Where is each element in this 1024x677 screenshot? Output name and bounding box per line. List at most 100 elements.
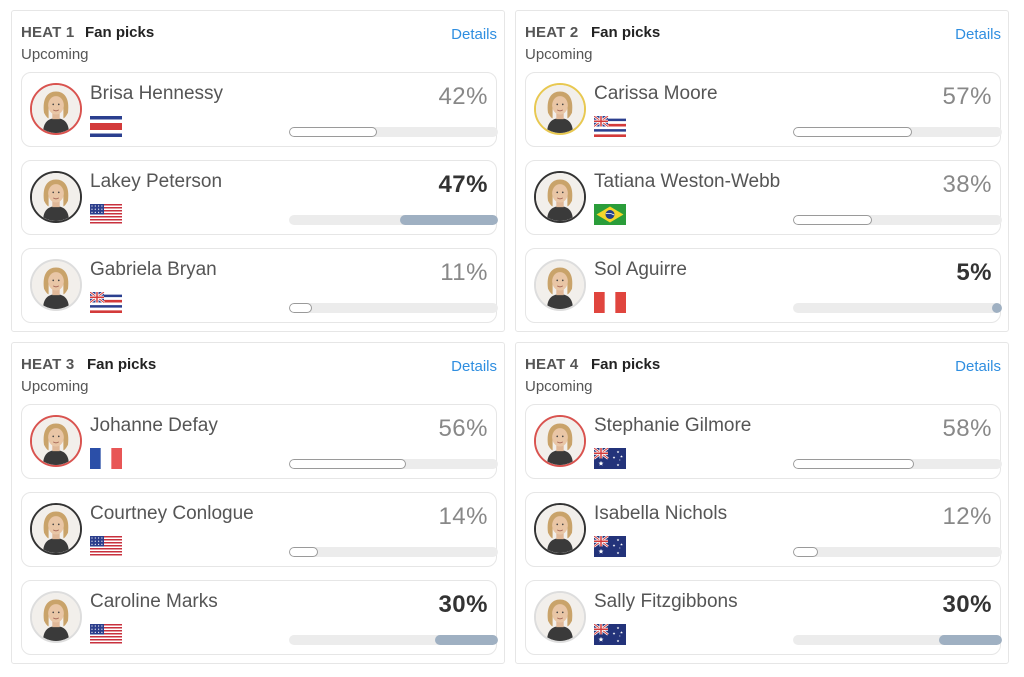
pick-progress-fill (435, 635, 498, 645)
avatar (534, 415, 586, 467)
pick-progress-fill (793, 459, 914, 469)
surfer-name: Carissa Moore (594, 83, 718, 104)
surfer-row[interactable]: Brisa Hennessy 42% (21, 72, 498, 147)
details-link[interactable]: Details (955, 26, 1001, 43)
avatar (30, 171, 82, 223)
heat-card-3: HEAT 3 Fan picks Upcoming Details Johann… (11, 342, 505, 664)
pick-progress-bar (793, 215, 1002, 225)
pick-percentage: 5% (956, 259, 992, 286)
pick-percentage: 58% (942, 415, 992, 442)
heat-subtitle: Fan picks (591, 24, 661, 41)
pick-progress-fill (992, 303, 1002, 313)
surfer-name: Johanne Defay (90, 415, 218, 436)
surfer-row[interactable]: Isabella Nichols 12% (525, 492, 1002, 567)
australia-flag-icon (594, 624, 626, 645)
pick-percentage: 30% (438, 591, 488, 618)
heat-header: HEAT 1 Fan picks Upcoming Details (21, 24, 497, 64)
pick-progress-bar (289, 215, 498, 225)
pick-progress-fill (793, 127, 912, 137)
surfer-name: Brisa Hennessy (90, 83, 224, 104)
pick-progress-bar (793, 635, 1002, 645)
australia-flag-icon (594, 448, 626, 469)
pick-progress-bar (793, 547, 1002, 557)
surfer-name: Courtney Conlogue (90, 503, 254, 524)
details-link[interactable]: Details (451, 358, 497, 375)
avatar (534, 503, 586, 555)
surfer-name: Sol Aguirre (594, 259, 687, 280)
pick-percentage: 57% (942, 83, 992, 110)
surfer-row[interactable]: Tatiana Weston-Webb 38% (525, 160, 1002, 235)
surfer-name: Gabriela Bryan (90, 259, 217, 280)
details-link[interactable]: Details (955, 358, 1001, 375)
pick-progress-bar (289, 127, 498, 137)
avatar (30, 83, 82, 135)
usa-flag-icon (90, 624, 122, 645)
usa-flag-icon (90, 536, 122, 557)
heat-status: Upcoming (525, 378, 593, 395)
details-link[interactable]: Details (451, 26, 497, 43)
heat-card-4: HEAT 4 Fan picks Upcoming Details Stepha… (515, 342, 1009, 664)
pick-percentage: 38% (942, 171, 992, 198)
peru-flag-icon (594, 292, 626, 313)
avatar (534, 591, 586, 643)
costa-rica-flag-icon (90, 116, 122, 137)
surfer-row[interactable]: Caroline Marks 30% (21, 580, 498, 655)
heat-label: HEAT 1 (21, 24, 75, 41)
pick-progress-bar (793, 459, 1002, 469)
pick-progress-fill (939, 635, 1002, 645)
surfer-name: Tatiana Weston-Webb (594, 171, 781, 192)
heat-card-2: HEAT 2 Fan picks Upcoming Details Cariss… (515, 10, 1009, 332)
heat-label: HEAT 2 (525, 24, 579, 41)
surfer-row[interactable]: Stephanie Gilmore 58% (525, 404, 1002, 479)
heat-header: HEAT 4 Fan picks Upcoming Details (525, 356, 1001, 396)
hawaii-flag-icon (594, 116, 626, 137)
pick-progress-fill (289, 459, 406, 469)
heat-subtitle: Fan picks (87, 356, 157, 373)
surfer-row[interactable]: Carissa Moore 57% (525, 72, 1002, 147)
heat-label: HEAT 3 (21, 356, 75, 373)
usa-flag-icon (90, 204, 122, 225)
pick-percentage: 56% (438, 415, 488, 442)
surfer-name: Caroline Marks (90, 591, 218, 612)
pick-progress-bar (793, 303, 1002, 313)
pick-progress-bar (289, 547, 498, 557)
surfer-name: Lakey Peterson (90, 171, 223, 192)
brazil-flag-icon (594, 204, 626, 225)
avatar (30, 259, 82, 311)
avatar (30, 503, 82, 555)
heat-subtitle: Fan picks (85, 24, 155, 41)
avatar (534, 259, 586, 311)
avatar (534, 171, 586, 223)
avatar (30, 415, 82, 467)
heat-status: Upcoming (525, 46, 593, 63)
surfer-name: Sally Fitzgibbons (594, 591, 738, 612)
pick-progress-fill (289, 303, 312, 313)
pick-progress-bar (289, 459, 498, 469)
pick-progress-fill (793, 215, 872, 225)
pick-progress-fill (289, 127, 377, 137)
surfer-row[interactable]: Gabriela Bryan 11% (21, 248, 498, 323)
surfer-name: Stephanie Gilmore (594, 415, 752, 436)
surfer-row[interactable]: Lakey Peterson 47% (21, 160, 498, 235)
heat-label: HEAT 4 (525, 356, 579, 373)
heat-subtitle: Fan picks (591, 356, 661, 373)
surfer-row[interactable]: Sally Fitzgibbons 30% (525, 580, 1002, 655)
surfer-name: Isabella Nichols (594, 503, 728, 524)
pick-progress-fill (400, 215, 498, 225)
hawaii-flag-icon (90, 292, 122, 313)
heat-status: Upcoming (21, 46, 89, 63)
heat-header: HEAT 3 Fan picks Upcoming Details (21, 356, 497, 396)
surfer-row[interactable]: Johanne Defay 56% (21, 404, 498, 479)
pick-percentage: 42% (438, 83, 488, 110)
pick-progress-bar (289, 635, 498, 645)
heat-status: Upcoming (21, 378, 89, 395)
surfer-row[interactable]: Courtney Conlogue 14% (21, 492, 498, 567)
pick-progress-fill (289, 547, 318, 557)
pick-percentage: 12% (942, 503, 992, 530)
avatar (534, 83, 586, 135)
pick-progress-fill (793, 547, 818, 557)
pick-percentage: 30% (942, 591, 992, 618)
pick-progress-bar (793, 127, 1002, 137)
pick-percentage: 14% (438, 503, 488, 530)
surfer-row[interactable]: Sol Aguirre 5% (525, 248, 1002, 323)
